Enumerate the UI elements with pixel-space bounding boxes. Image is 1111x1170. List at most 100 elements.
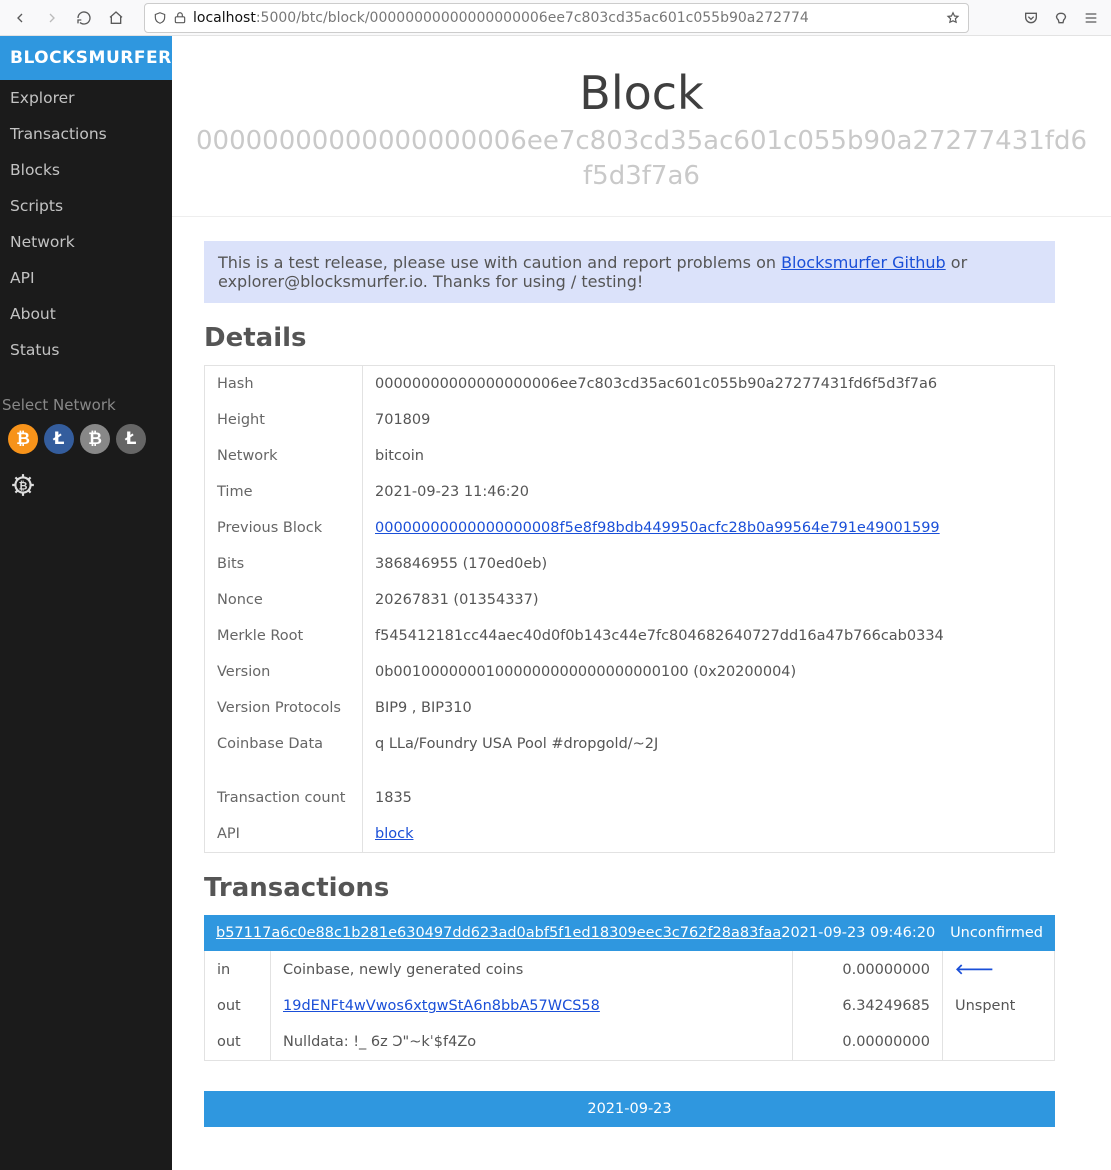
settings[interactable]: ₿ <box>0 454 172 516</box>
tx-desc: Coinbase, newly generated coins <box>271 951 793 988</box>
nav-blocks[interactable]: Blocks <box>0 152 172 188</box>
detail-row: Bits386846955 (170ed0eb) <box>205 546 1055 582</box>
tx-amount: 0.00000000 <box>793 951 943 988</box>
tx-desc: Nulldata: !_ 6z Ɔ"~kˈ$f4Zo <box>271 1024 793 1061</box>
bookmark-star-icon[interactable] <box>946 11 960 25</box>
nav-scripts[interactable]: Scripts <box>0 188 172 224</box>
detail-key: Version Protocols <box>205 690 363 726</box>
shield-icon <box>153 11 167 25</box>
tx-status: Unconfirmed <box>950 925 1043 941</box>
notice-pre: This is a test release, please use with … <box>218 253 781 272</box>
detail-key: Nonce <box>205 582 363 618</box>
nav-api[interactable]: API <box>0 260 172 296</box>
detail-value: 0b00100000001000000000000000000100 (0x20… <box>363 654 1055 690</box>
tx-dir: out <box>205 988 271 1024</box>
detail-key: Previous Block <box>205 510 363 546</box>
pocket-icon[interactable] <box>1017 4 1045 32</box>
coin-0[interactable]: ₿ <box>8 424 38 454</box>
nav-explorer[interactable]: Explorer <box>0 80 172 116</box>
detail-key: Network <box>205 438 363 474</box>
tx-id-link[interactable]: b57117a6c0e88c1b281e630497dd623ad0abf5f1… <box>216 925 781 941</box>
coin-2[interactable]: ₿ <box>80 424 110 454</box>
tx-extra: Unspent <box>943 988 1055 1024</box>
tx-table: inCoinbase, newly generated coins0.00000… <box>204 951 1055 1061</box>
browser-toolbar: localhost:5000/btc/block/000000000000000… <box>0 0 1111 36</box>
detail-row: Coinbase Dataq LLa/Foundry USA Pool #dro… <box>205 726 1055 780</box>
lock-icon <box>173 11 187 25</box>
tx-amount: 6.34249685 <box>793 988 943 1024</box>
tx-row: inCoinbase, newly generated coins0.00000… <box>205 951 1055 988</box>
detail-value: 386846955 (170ed0eb) <box>363 546 1055 582</box>
detail-row: API block <box>205 816 1055 853</box>
gear-icon[interactable]: ₿ <box>8 470 38 500</box>
tx-time: 2021-09-23 09:46:20 <box>781 925 950 941</box>
detail-value: BIP9 , BIP310 <box>363 690 1055 726</box>
detail-value: 2021-09-23 11:46:20 <box>363 474 1055 510</box>
nav-transactions[interactable]: Transactions <box>0 116 172 152</box>
detail-key: Time <box>205 474 363 510</box>
coin-1[interactable]: Ł <box>44 424 74 454</box>
forward-button[interactable] <box>38 4 66 32</box>
detail-key: Coinbase Data <box>205 726 363 780</box>
home-button[interactable] <box>102 4 130 32</box>
nav-network[interactable]: Network <box>0 224 172 260</box>
detail-row: Networkbitcoin <box>205 438 1055 474</box>
svg-text:₿: ₿ <box>19 479 28 492</box>
detail-key: Hash <box>205 366 363 403</box>
tx-amount: 0.00000000 <box>793 1024 943 1061</box>
detail-row: Version ProtocolsBIP9 , BIP310 <box>205 690 1055 726</box>
page-title: Block <box>196 66 1087 120</box>
detail-row: Transaction count1835 <box>205 780 1055 816</box>
sidebar: BLOCKSMURFER ExplorerTransactionsBlocksS… <box>0 36 172 1170</box>
detail-row: Nonce20267831 (01354337) <box>205 582 1055 618</box>
details-table: Hash00000000000000000006ee7c803cd35ac601… <box>204 365 1055 853</box>
tx-dir: in <box>205 951 271 988</box>
detail-row: Version0b0010000000100000000000000000010… <box>205 654 1055 690</box>
back-button[interactable] <box>6 4 34 32</box>
detail-row: Merkle Rootf545412181cc44aec40d0f0b143c4… <box>205 618 1055 654</box>
tx-row: out 19dENFt4wVwos6xtgwStA6n8bbA57WCS58 6.3… <box>205 988 1055 1024</box>
nav-status[interactable]: Status <box>0 332 172 368</box>
tx-row: outNulldata: !_ 6z Ɔ"~kˈ$f4Zo0.00000000 <box>205 1024 1055 1061</box>
select-network-label: Select Network <box>0 368 172 424</box>
detail-link[interactable]: block <box>375 826 413 842</box>
detail-value: 701809 <box>363 402 1055 438</box>
detail-row: Time2021-09-23 11:46:20 <box>205 474 1055 510</box>
arrow-left-icon: 🡐 <box>955 962 994 978</box>
detail-key: Height <box>205 402 363 438</box>
detail-value: 00000000000000000006ee7c803cd35ac601c055… <box>363 366 1055 403</box>
address-bar[interactable]: localhost:5000/btc/block/000000000000000… <box>144 3 969 33</box>
detail-row: Height701809 <box>205 402 1055 438</box>
brand[interactable]: BLOCKSMURFER <box>0 36 172 80</box>
detail-value: block <box>363 816 1055 853</box>
detail-key: Merkle Root <box>205 618 363 654</box>
detail-value: 20267831 (01354337) <box>363 582 1055 618</box>
nav-about[interactable]: About <box>0 296 172 332</box>
tx-extra: 🡐 <box>943 951 1055 988</box>
content: Block 00000000000000000006ee7c803cd35ac6… <box>172 36 1111 1170</box>
detail-row: Previous Block 00000000000000000008f5e8f9… <box>205 510 1055 546</box>
detail-row: Hash00000000000000000006ee7c803cd35ac601… <box>205 366 1055 403</box>
transactions-heading: Transactions <box>204 873 1055 903</box>
detail-value: q LLa/Foundry USA Pool #dropgold/~2J <box>363 726 1055 780</box>
next-header: 2021-09-23 <box>204 1091 1055 1127</box>
reload-button[interactable] <box>70 4 98 32</box>
detail-link[interactable]: 00000000000000000008f5e8f98bdb449950acfc… <box>375 520 940 536</box>
menu-icon[interactable] <box>1077 4 1105 32</box>
detail-key: API <box>205 816 363 853</box>
detail-key: Version <box>205 654 363 690</box>
tx-header: b57117a6c0e88c1b281e630497dd623ad0abf5f1… <box>204 915 1055 951</box>
tx-address-link[interactable]: 19dENFt4wVwos6xtgwStA6n8bbA57WCS58 <box>283 998 600 1014</box>
detail-value: bitcoin <box>363 438 1055 474</box>
page-hash: 00000000000000000006ee7c803cd35ac601c055… <box>196 124 1087 194</box>
url-text: localhost:5000/btc/block/000000000000000… <box>193 10 940 26</box>
tx-dir: out <box>205 1024 271 1061</box>
detail-key: Bits <box>205 546 363 582</box>
coin-3[interactable]: Ł <box>116 424 146 454</box>
notice-link[interactable]: Blocksmurfer Github <box>781 253 946 272</box>
tx-extra <box>943 1024 1055 1061</box>
extension-icon[interactable] <box>1047 4 1075 32</box>
page-header: Block 00000000000000000006ee7c803cd35ac6… <box>172 36 1111 217</box>
tx-desc: 19dENFt4wVwos6xtgwStA6n8bbA57WCS58 <box>271 988 793 1024</box>
detail-key: Transaction count <box>205 780 363 816</box>
